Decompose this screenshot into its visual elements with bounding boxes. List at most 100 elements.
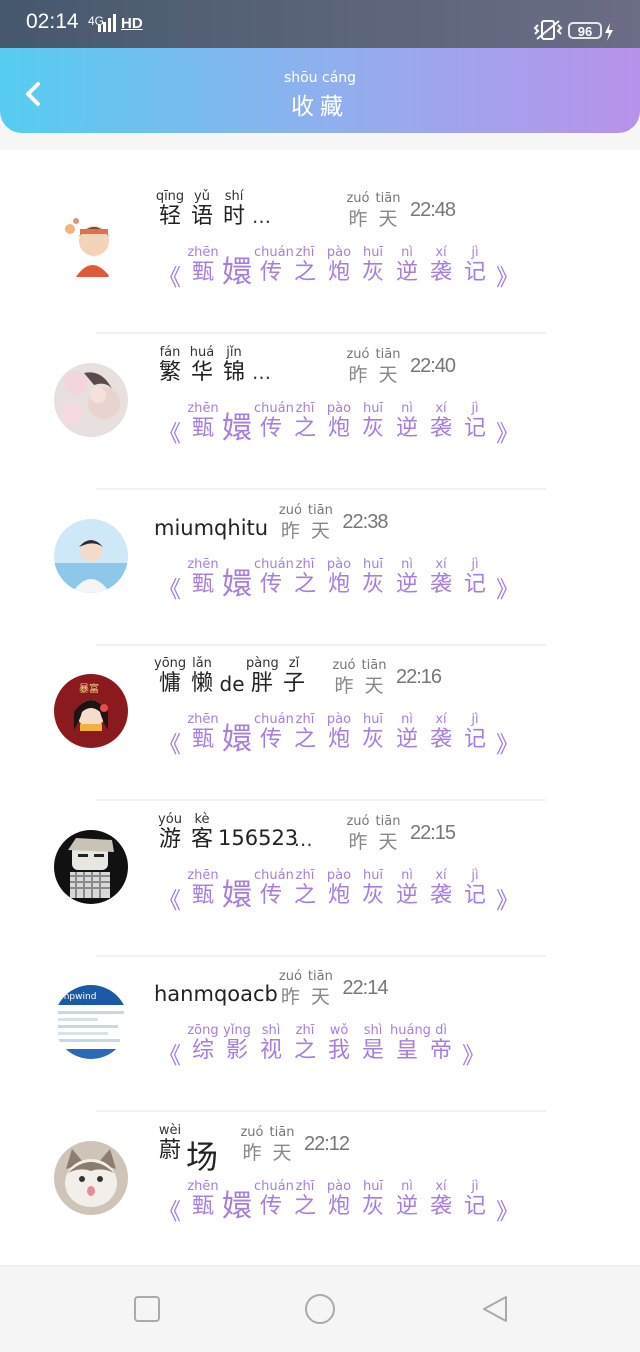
timestamp-time: 22:14: [342, 977, 388, 999]
avatar-cat[interactable]: [54, 1141, 128, 1215]
book-title-char-pinyin: huī: [362, 401, 384, 416]
book-title-char-pinyin: zhēn: [187, 1179, 219, 1194]
book-title-char-char: 传: [259, 416, 282, 441]
book-title-char: nì 逆: [390, 1180, 424, 1220]
book-title-char-pinyin: pào: [326, 245, 352, 260]
book-title-char: zhī 之: [288, 713, 322, 753]
username-char: shí 时: [218, 190, 250, 230]
timestamp-time: 22:15: [410, 822, 456, 844]
book-title-char-char: 之: [293, 260, 316, 285]
username-char-char: 华: [190, 360, 213, 385]
book-title-char-pinyin: zhī: [295, 712, 315, 727]
avatar-girl-flowers[interactable]: [54, 363, 128, 437]
timestamp-time: 22:38: [342, 511, 388, 533]
book-title-char-pinyin: zhī: [295, 245, 315, 260]
username-char-char: de: [219, 672, 245, 696]
book-title[interactable]: 《 zhēn 甄 嬛 chuán 传 zhī 之 pào 炮 huī 灰 nì 逆 xí 袭 jì 记》: [158, 246, 528, 296]
book-title-char: nì 逆: [390, 246, 424, 286]
favorite-item[interactable]: yóu 游 kè 客 156523… zuó 昨 tiān 天 22:15 《 zhēn 甄 嬛 chuá…: [0, 803, 640, 959]
book-title-char: huī 灰: [356, 246, 390, 286]
username-char: yōng 慵: [154, 657, 186, 697]
book-title-char: shì 视: [254, 1024, 288, 1064]
book-title-char-char: 炮: [327, 572, 350, 597]
book-title-char-pinyin: shì: [363, 1023, 383, 1038]
home-icon[interactable]: [304, 1293, 336, 1325]
recent-apps-icon[interactable]: [132, 1294, 162, 1324]
avatar-cartoon-man[interactable]: [54, 830, 128, 904]
avatar-boy-cartoon[interactable]: [54, 207, 128, 281]
book-title[interactable]: 《 zōng 综 yǐng 影 shì 视 zhī 之 wǒ 我 shì 是 huáng 皇 dì 帝》: [158, 1024, 528, 1074]
back-icon[interactable]: [480, 1294, 510, 1324]
book-title[interactable]: 《 zhēn 甄 嬛 chuán 传 zhī 之 pào 炮 huī 灰 nì 逆 xí 袭 jì 记》: [158, 869, 528, 919]
book-title[interactable]: 《 zhēn 甄 嬛 chuán 传 zhī 之 pào 炮 huī 灰 nì 逆 xí 袭 jì 记》: [158, 713, 528, 763]
book-title-char-char: 嬛: [222, 567, 252, 602]
username-char: kè 客: [186, 813, 218, 853]
avatar-boy-sky[interactable]: [54, 519, 128, 593]
book-title[interactable]: 《 zhēn 甄 嬛 chuán 传 zhī 之 pào 炮 huī 灰 nì 逆 xí 袭 jì 记》: [158, 558, 528, 608]
book-title-open-bracket: 《: [158, 265, 181, 291]
username-char-char: 蔚: [158, 1138, 181, 1163]
timestamp-day-char: tiān 天: [360, 659, 388, 699]
timestamp-day-char-pinyin: zuó: [278, 969, 302, 984]
book-title-char-char: 灰: [361, 883, 384, 908]
book-title-char-pinyin: xí: [435, 401, 447, 416]
book-title-char-char: 袭: [429, 572, 452, 597]
timestamp-time: 22:48: [410, 199, 456, 221]
favorite-item[interactable]: fán 繁 huá 华 jǐn 锦… zuó 昨 tiān 天 22:40 《 zhēn 甄 嬛 chuán…: [0, 336, 640, 492]
book-title-char-pinyin: pào: [326, 1179, 352, 1194]
book-title-char-pinyin: zhēn: [187, 557, 219, 572]
book-title-close-bracket: 》: [496, 421, 519, 447]
item-divider: [96, 644, 546, 646]
username-char: jǐn 锦: [218, 346, 250, 386]
book-title-char-pinyin: nì: [401, 712, 413, 727]
favorite-item[interactable]: phpwind hanmqoacb zuó 昨 tiān 天 22:14 《 zōng 综 yǐng…: [0, 958, 640, 1114]
book-title-char-pinyin: chuán: [254, 557, 294, 572]
timestamp-day-char-char: 昨: [280, 986, 300, 1008]
item-divider: [96, 955, 546, 957]
book-title-open-bracket: 《: [158, 888, 181, 914]
book-title-char-char: 之: [293, 572, 316, 597]
favorite-item[interactable]: 暴富 yōng 慵 lǎn 懒 de pàng 胖 zǐ 子 zuó 昨 tiān 天 22:16 《 zhē…: [0, 647, 640, 803]
timestamp-day-char: zuó 昨: [276, 970, 304, 1010]
book-title-char-char: 记: [463, 416, 486, 441]
book-title-char-char: 炮: [327, 1194, 350, 1219]
book-title-char: nì 逆: [390, 713, 424, 753]
signal-icon: [98, 14, 116, 32]
favorite-item[interactable]: wèi 蔚 场 zuó 昨 tiān 天 22:12 《 zhēn 甄 嬛 chuán 传 zhī 之 pà…: [0, 1114, 640, 1270]
timestamp-day-char-char: 天: [378, 208, 398, 230]
book-title-char-pinyin: zhī: [295, 1179, 315, 1194]
username-char-char: 语: [190, 204, 213, 229]
book-title-char-char: 逆: [395, 416, 418, 441]
username-char-char: 繁: [158, 360, 181, 385]
book-title-open-bracket: 《: [158, 1199, 181, 1225]
username-char-pinyin: [218, 657, 246, 671]
book-title-char: pào 炮: [322, 402, 356, 442]
book-title-char: chuán 传: [254, 1180, 294, 1220]
book-title-char-pinyin: xí: [435, 1179, 447, 1194]
book-title-char-char: 炮: [327, 260, 350, 285]
book-title-char-pinyin: xí: [435, 712, 447, 727]
book-title-char-char: 之: [293, 1038, 316, 1063]
timestamp-day-char: tiān 天: [374, 348, 402, 388]
favorite-item[interactable]: miumqhitu zuó 昨 tiān 天 22:38 《 zhēn 甄 嬛 chuán 传 zhī…: [0, 492, 640, 648]
avatar-red-girl[interactable]: 暴富: [54, 674, 128, 748]
username-char-char: 时: [222, 204, 245, 229]
book-title[interactable]: 《 zhēn 甄 嬛 chuán 传 zhī 之 pào 炮 huī 灰 nì 逆 xí 袭 jì 记》: [158, 1180, 528, 1230]
book-title-char: xí 袭: [424, 246, 458, 286]
username-char: qīng 轻: [154, 190, 186, 230]
favorite-item[interactable]: qīng 轻 yǔ 语 shí 时… zuó 昨 tiān 天 22:48 《 zhēn 甄 嬛 chuán…: [0, 180, 640, 336]
avatar-phpwind-screenshot[interactable]: phpwind: [54, 985, 128, 1059]
book-title[interactable]: 《 zhēn 甄 嬛 chuán 传 zhī 之 pào 炮 huī 灰 nì 逆 xí 袭 jì 记》: [158, 402, 528, 452]
book-title-char-char: 嬛: [222, 722, 252, 757]
book-title-char-char: 之: [293, 1194, 316, 1219]
timestamp-day-char-char: 昨: [348, 831, 368, 853]
timestamp-day-char-pinyin: tiān: [375, 347, 401, 362]
timestamp-time: 22:40: [410, 355, 456, 377]
book-title-char-pinyin: zhēn: [187, 712, 219, 727]
timestamp-day-char: zuó 昨: [344, 815, 372, 855]
book-title-char: xí 袭: [424, 558, 458, 598]
book-title-open-bracket: 《: [158, 421, 181, 447]
book-title-char: 嬛: [220, 713, 254, 757]
book-title-char-char: 视: [259, 1038, 282, 1063]
book-title-char: huáng 皇: [390, 1024, 431, 1064]
